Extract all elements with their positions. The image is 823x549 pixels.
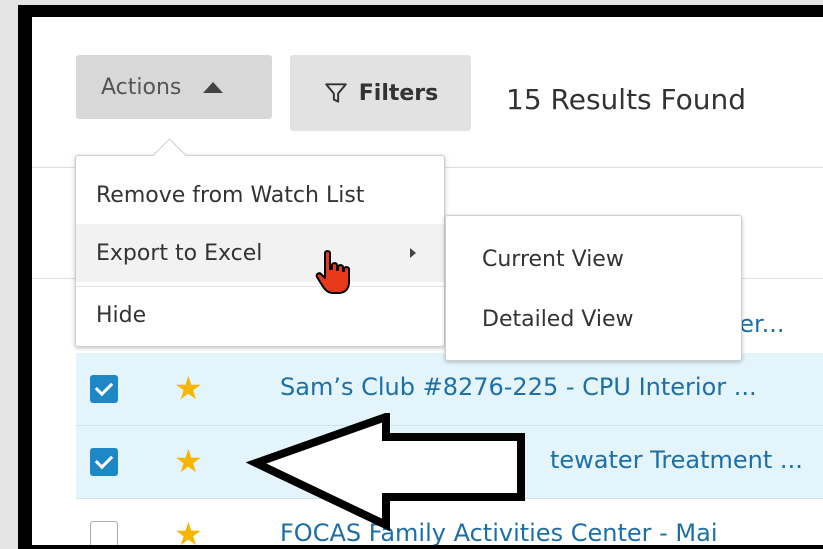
submenu-item-current-view[interactable]: Current View [446,230,741,288]
hand-pointer-icon [315,250,350,294]
actions-button[interactable]: Actions [76,55,272,119]
export-submenu: Current View Detailed View [445,215,742,361]
menu-item-export-to-excel[interactable]: Export to Excel [76,224,444,282]
submenu-item-label: Detailed View [482,306,634,332]
actions-button-label: Actions [101,74,182,100]
menu-item-label: Hide [96,302,147,328]
funnel-icon [325,83,347,103]
star-icon[interactable]: ★ [174,517,208,545]
watch-list-panel: Actions Filters 15 Results Found per... … [32,17,823,545]
menu-item-label: Export to Excel [96,240,263,266]
caret-up-icon [203,81,224,93]
row-title-link[interactable]: Sam’s Club #8276-225 - CPU Interior ... [280,373,757,401]
menu-item-remove-from-watch-list[interactable]: Remove from Watch List [76,166,444,224]
screenshot-frame: Actions Filters 15 Results Found per... … [18,5,823,549]
row-checkbox[interactable] [90,448,118,476]
row-title-link[interactable]: tewater Treatment ... [550,446,803,474]
filters-button-label: Filters [358,80,439,106]
submenu-item-detailed-view[interactable]: Detailed View [446,290,741,348]
menu-item-hide[interactable]: Hide [76,286,444,344]
actions-menu: Remove from Watch List Export to Excel H… [75,155,445,347]
submenu-item-label: Current View [482,246,624,272]
results-count: 15 Results Found [506,83,747,116]
filters-button[interactable]: Filters [290,55,471,131]
row-checkbox[interactable] [90,375,118,403]
star-icon[interactable]: ★ [174,444,208,478]
left-arrow-annotation [246,413,525,532]
row-checkbox[interactable] [90,521,118,545]
chevron-right-icon [410,248,416,258]
menu-item-label: Remove from Watch List [96,182,365,208]
star-icon[interactable]: ★ [174,371,208,405]
